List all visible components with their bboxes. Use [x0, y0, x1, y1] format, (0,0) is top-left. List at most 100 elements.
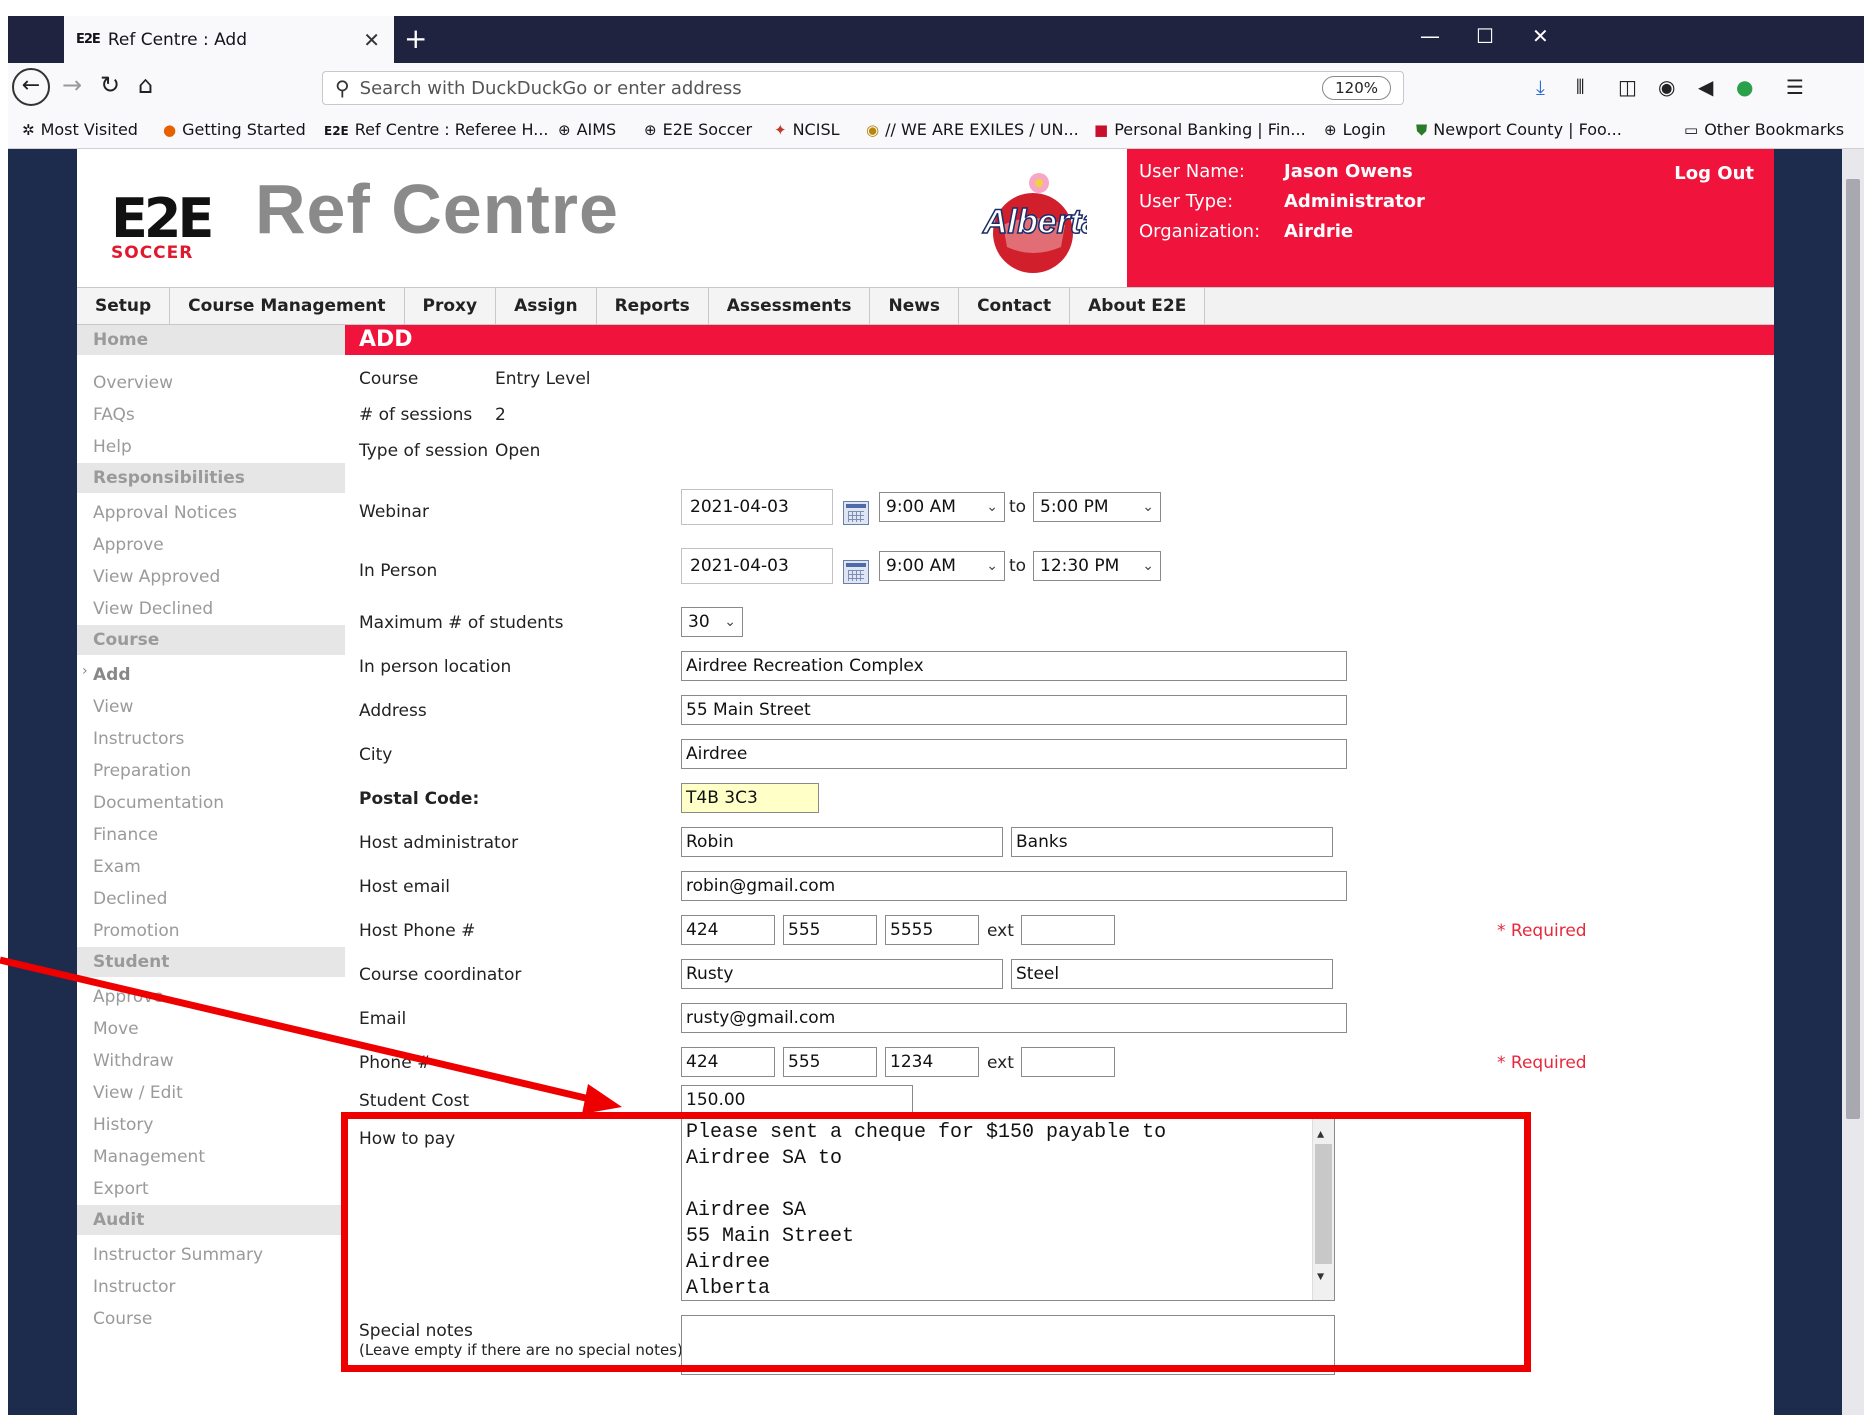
library-icon[interactable]: ⫴	[1576, 75, 1584, 99]
bookmark-aims[interactable]: ⊕ AIMS	[558, 120, 616, 139]
in-person-date-input[interactable]: 2021-04-03	[681, 548, 833, 584]
host-phone-ext-input[interactable]	[1021, 915, 1115, 945]
bookmark-newport[interactable]: ⛊ Newport County | Foo...	[1416, 120, 1622, 139]
home-icon[interactable]: ⌂	[138, 71, 153, 99]
sidebar-item-history[interactable]: History	[93, 1115, 153, 1135]
sidebar-item-help[interactable]: Help	[93, 437, 132, 457]
coordinator-last-name-input[interactable]: Steel	[1011, 959, 1333, 989]
browser-tab[interactable]: E2E Ref Centre : Add ✕	[64, 16, 394, 63]
webinar-start-select[interactable]: 9:00 AM ⌄	[879, 492, 1005, 522]
speaker-icon[interactable]: ◀	[1698, 75, 1713, 99]
extension-icon[interactable]: ●	[1736, 75, 1753, 99]
bookmark-ncisl[interactable]: ✦ NCISL	[774, 120, 840, 139]
phone-area-input[interactable]: 424	[681, 1047, 775, 1077]
sidebar-item-withdraw[interactable]: Withdraw	[93, 1051, 174, 1071]
sidebar-item-view[interactable]: View	[93, 697, 133, 717]
sidebar-item-instructors[interactable]: Instructors	[93, 729, 184, 749]
e2e-soccer-logo[interactable]: E2E SOCCER	[111, 187, 225, 263]
nav-setup[interactable]: Setup	[77, 288, 171, 324]
sidebar-item-view-approved[interactable]: View Approved	[93, 567, 220, 587]
logout-link[interactable]: Log Out	[1674, 163, 1754, 184]
maximize-icon[interactable]: ☐	[1476, 24, 1494, 48]
student-cost-input[interactable]: 150.00	[681, 1085, 913, 1115]
close-tab-icon[interactable]: ✕	[363, 28, 380, 52]
webinar-end-select[interactable]: 5:00 PM ⌄	[1033, 492, 1161, 522]
bookmark-getting-started[interactable]: ● Getting Started	[163, 120, 306, 139]
sidebar-item-add[interactable]: Add	[93, 665, 131, 685]
host-phone-line-input[interactable]: 5555	[885, 915, 979, 945]
textarea-scroll-thumb[interactable]	[1315, 1144, 1332, 1264]
back-icon[interactable]: ←	[12, 68, 50, 106]
calendar-icon[interactable]	[843, 501, 869, 525]
in-person-start-select[interactable]: 9:00 AM ⌄	[879, 551, 1005, 581]
sidebar-item-instructor[interactable]: Instructor	[93, 1277, 175, 1297]
page-scrollbar[interactable]	[1842, 149, 1864, 1415]
sidebar-item-view-declined[interactable]: View Declined	[93, 599, 213, 619]
scroll-down-icon[interactable]: ▼	[1317, 1264, 1324, 1290]
how-to-pay-textarea[interactable]: Please sent a cheque for $150 payable to…	[681, 1117, 1335, 1301]
sidebar-item-exam[interactable]: Exam	[93, 857, 141, 877]
other-bookmarks[interactable]: ▭ Other Bookmarks	[1684, 120, 1844, 139]
host-email-input[interactable]: robin@gmail.com	[681, 871, 1347, 901]
nav-assessments[interactable]: Assessments	[708, 288, 871, 324]
address-input[interactable]: 55 Main Street	[681, 695, 1347, 725]
sidebar-item-approve[interactable]: Approve	[93, 535, 164, 555]
sidebar-item-finance[interactable]: Finance	[93, 825, 158, 845]
bookmark-most-visited[interactable]: ✲ Most Visited	[22, 120, 138, 139]
nav-reports[interactable]: Reports	[596, 288, 709, 324]
host-first-name-input[interactable]: Robin	[681, 827, 1003, 857]
webinar-date-input[interactable]: 2021-04-03	[681, 489, 833, 525]
account-icon[interactable]: ◉	[1658, 75, 1675, 99]
in-person-end-select[interactable]: 12:30 PM ⌄	[1033, 551, 1161, 581]
nav-assign[interactable]: Assign	[496, 288, 597, 324]
new-tab-icon[interactable]: +	[404, 22, 427, 55]
nav-news[interactable]: News	[870, 288, 960, 324]
sidebar-item-student-approve[interactable]: Approve	[93, 987, 164, 1007]
host-phone-area-input[interactable]: 424	[681, 915, 775, 945]
bookmark-e2e-soccer[interactable]: ⊕ E2E Soccer	[644, 120, 752, 139]
sidebar-item-management[interactable]: Management	[93, 1147, 205, 1167]
bookmark-login[interactable]: ⊕ Login	[1324, 120, 1386, 139]
nav-about-e2e[interactable]: About E2E	[1070, 288, 1206, 324]
city-input[interactable]: Airdree	[681, 739, 1347, 769]
sidebar-item-overview[interactable]: Overview	[93, 373, 173, 393]
download-icon[interactable]: ⤓	[1536, 75, 1545, 99]
sidebar-item-view-edit[interactable]: View / Edit	[93, 1083, 183, 1103]
postal-code-input[interactable]: T4B 3C3	[681, 783, 819, 813]
nav-proxy[interactable]: Proxy	[404, 288, 497, 324]
scrollbar-thumb[interactable]	[1846, 179, 1860, 1119]
sidebar-item-declined[interactable]: Declined	[93, 889, 167, 909]
sidebar-item-instructor-summary[interactable]: Instructor Summary	[93, 1245, 263, 1265]
sidebar-item-documentation[interactable]: Documentation	[93, 793, 224, 813]
bookmark-ref-centre[interactable]: E2E Ref Centre : Referee H...	[324, 120, 549, 139]
host-last-name-input[interactable]: Banks	[1011, 827, 1333, 857]
phone-ext-input[interactable]	[1021, 1047, 1115, 1077]
sidebar-item-promotion[interactable]: Promotion	[93, 921, 180, 941]
sidebar-item-export[interactable]: Export	[93, 1179, 149, 1199]
max-students-select[interactable]: 30 ⌄	[681, 607, 743, 637]
host-phone-prefix-input[interactable]: 555	[783, 915, 877, 945]
nav-course-management[interactable]: Course Management	[170, 288, 405, 324]
coordinator-email-input[interactable]: rusty@gmail.com	[681, 1003, 1347, 1033]
phone-prefix-input[interactable]: 555	[783, 1047, 877, 1077]
bookmark-exiles[interactable]: ◉// WE ARE EXILES / UN...	[866, 120, 1079, 139]
sidebar-home[interactable]: Home	[77, 325, 345, 355]
sidebar-item-faqs[interactable]: FAQs	[93, 405, 135, 425]
reload-icon[interactable]: ↻	[100, 71, 120, 99]
sidebar-item-preparation[interactable]: Preparation	[93, 761, 191, 781]
forward-icon[interactable]: →	[62, 71, 82, 99]
special-notes-textarea[interactable]	[681, 1315, 1335, 1375]
zoom-indicator[interactable]: 120%	[1322, 76, 1391, 100]
nav-contact[interactable]: Contact	[959, 288, 1071, 324]
bookmark-cibc[interactable]: ■ Personal Banking | Fin...	[1094, 120, 1306, 139]
sidebar-item-approval-notices[interactable]: Approval Notices	[93, 503, 237, 523]
url-bar[interactable]: ⚲ Search with DuckDuckGo or enter addres…	[322, 71, 1404, 105]
sidebar-item-audit-course[interactable]: Course	[93, 1309, 152, 1329]
calendar-icon[interactable]	[843, 560, 869, 584]
close-window-icon[interactable]: ✕	[1532, 24, 1549, 48]
sidebar-item-move[interactable]: Move	[93, 1019, 139, 1039]
phone-line-input[interactable]: 1234	[885, 1047, 979, 1077]
sidebar-icon[interactable]: ◫	[1618, 75, 1637, 99]
location-input[interactable]: Airdree Recreation Complex	[681, 651, 1347, 681]
textarea-scrollbar[interactable]: ▲ ▼	[1312, 1118, 1334, 1300]
